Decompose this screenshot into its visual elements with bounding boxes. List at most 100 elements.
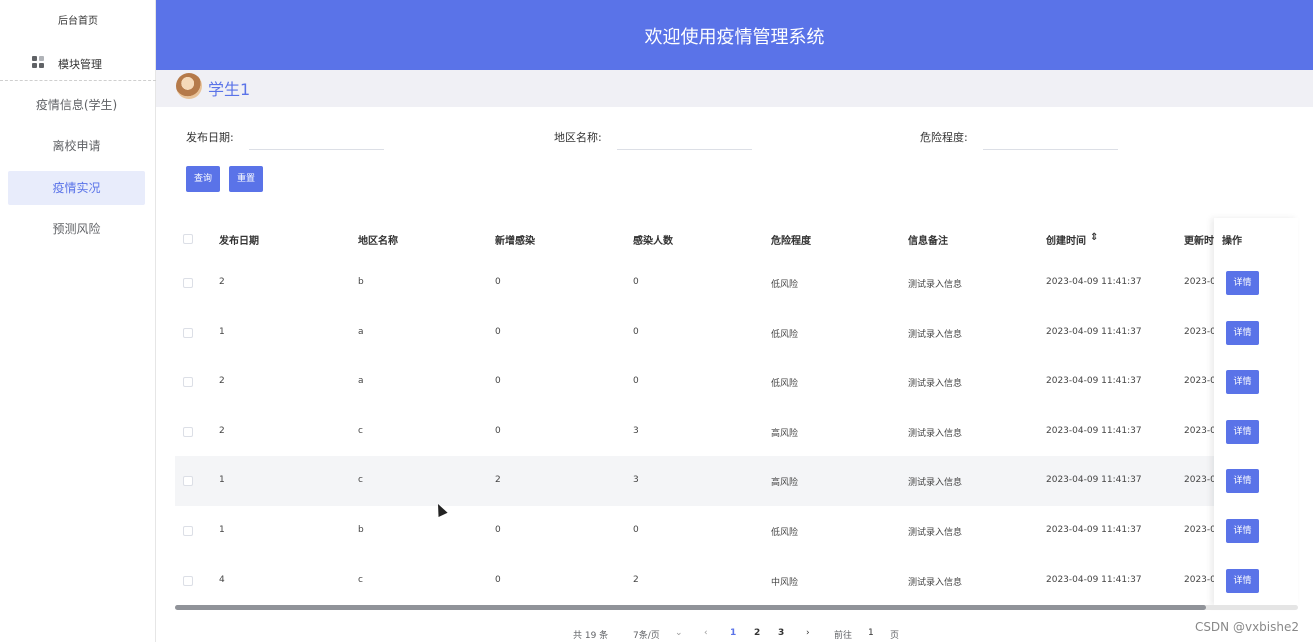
col-risk-level[interactable]: 危险程度	[771, 232, 811, 247]
cell-updated-time: 2023-0	[1184, 376, 1214, 387]
cell-remark: 测试录入信息	[908, 379, 963, 390]
scrollbar-thumb[interactable]	[175, 605, 1206, 610]
prev-page-icon[interactable]: ‹	[704, 628, 708, 638]
col-infected-count[interactable]: 感染人数	[633, 232, 673, 247]
col-new-infections[interactable]: 新增感染	[495, 232, 535, 247]
cell-remark: 测试录入信息	[908, 280, 963, 290]
cell-created-time: 2023-04-09 11:41:37	[1046, 376, 1142, 387]
cell-risk-level: 高风险	[771, 428, 799, 439]
sidebar-module-label: 模块管理	[58, 58, 102, 71]
risk-filter-input[interactable]	[983, 130, 1118, 150]
col-region-name[interactable]: 地区名称	[358, 232, 398, 247]
user-bar: 学生1	[156, 70, 1313, 107]
sidebar-item-leave-application[interactable]: 离校申请	[8, 129, 145, 163]
cell-region-name: c	[358, 475, 363, 486]
table-row[interactable]: 1 c 2 3 高风险 测试录入信息 2023-04-09 11:41:37 2023-0	[175, 456, 1298, 506]
cell-infected-count: 0	[633, 525, 639, 535]
sidebar-module-management[interactable]: 模块管理	[0, 48, 156, 81]
row-checkbox[interactable]	[183, 377, 193, 388]
cell-region-name: a	[358, 376, 364, 387]
page-size-chevron-icon[interactable]: ⌄	[675, 628, 683, 638]
row-checkbox[interactable]	[183, 575, 193, 586]
region-filter-input[interactable]	[617, 130, 752, 150]
goto-page-input[interactable]: 1	[868, 628, 874, 638]
row-checkbox[interactable]	[183, 426, 193, 437]
cell-remark: 测试录入信息	[908, 329, 963, 340]
page-3[interactable]: 3	[778, 628, 784, 638]
col-updated-time[interactable]: 更新时间	[1184, 232, 1214, 247]
table-header: 发布日期 地区名称 新增感染 感染人数 危险程度 信息备注 创建时间 ⇕ 更新时…	[175, 218, 1298, 258]
cell-updated-time: 2023-0	[1184, 475, 1214, 486]
cell-publish-date: 1	[219, 326, 225, 337]
module-grid-icon	[32, 56, 44, 68]
detail-button[interactable]: 详情	[1226, 419, 1259, 444]
user-name[interactable]: 学生1	[208, 76, 250, 100]
cell-updated-time: 2023-0	[1184, 425, 1214, 436]
cell-infected-count: 0	[633, 326, 639, 337]
cell-publish-date: 2	[219, 425, 225, 436]
table-row[interactable]: 1 a 0 0 低风险 测试录入信息 2023-04-09 11:41:37 2023-0	[175, 308, 1298, 358]
cell-publish-date: 1	[219, 525, 225, 535]
sidebar-item-epidemic-status[interactable]: 疫情实况	[8, 171, 145, 205]
detail-button[interactable]: 详情	[1226, 271, 1259, 295]
sidebar-home-link[interactable]: 后台首页	[0, 12, 156, 27]
table-row[interactable]: 2 b 0 0 低风险 测试录入信息 2023-04-09 11:41:37 2023-0	[175, 258, 1298, 308]
horizontal-scrollbar[interactable]	[175, 605, 1298, 610]
cell-remark: 测试录入信息	[908, 478, 963, 489]
page-1[interactable]: 1	[730, 628, 736, 638]
select-all-checkbox[interactable]	[183, 234, 193, 244]
page-2[interactable]: 2	[754, 628, 760, 638]
table-row[interactable]: 1 b 0 0 低风险 测试录入信息 2023-04-09 11:41:37 2023-0	[175, 506, 1298, 556]
sidebar-item-risk-prediction[interactable]: 预测风险	[8, 212, 145, 246]
row-checkbox[interactable]	[183, 526, 193, 536]
cell-risk-level: 低风险	[771, 379, 799, 390]
region-filter-label: 地区名称:	[554, 131, 602, 144]
sidebar-item-epidemic-info[interactable]: 疫情信息(学生)	[8, 88, 145, 122]
page-size-select[interactable]: 7条/页	[633, 628, 660, 641]
cell-region-name: b	[358, 525, 364, 535]
cell-publish-date: 2	[219, 376, 225, 387]
avatar[interactable]	[176, 73, 202, 99]
cell-updated-time: 2023-0	[1184, 525, 1214, 535]
cell-publish-date: 2	[219, 277, 225, 287]
detail-button[interactable]: 详情	[1226, 320, 1259, 345]
col-remark[interactable]: 信息备注	[908, 232, 948, 247]
cell-region-name: a	[358, 326, 364, 337]
col-operation: 操作	[1222, 236, 1242, 247]
row-checkbox[interactable]	[183, 476, 193, 487]
cell-region-name: b	[358, 277, 364, 287]
watermark: CSDN @vxbishe2	[1194, 620, 1299, 634]
row-checkbox[interactable]	[183, 327, 193, 338]
next-page-icon[interactable]: ›	[806, 628, 810, 638]
date-filter-input[interactable]	[249, 130, 384, 150]
cell-updated-time: 2023-0	[1184, 326, 1214, 337]
col-created-time[interactable]: 创建时间	[1046, 232, 1086, 247]
sort-icon[interactable]: ⇕	[1090, 232, 1098, 243]
cell-new-infections: 0	[495, 376, 501, 387]
cell-created-time: 2023-04-09 11:41:37	[1046, 425, 1142, 436]
cell-remark: 测试录入信息	[908, 577, 963, 588]
cell-remark: 测试录入信息	[908, 428, 963, 439]
cell-new-infections: 0	[495, 326, 501, 337]
detail-button[interactable]: 详情	[1226, 519, 1259, 543]
cell-region-name: c	[358, 425, 363, 436]
top-header: 欢迎使用疫情管理系统	[156, 0, 1313, 70]
cell-infected-count: 2	[633, 574, 639, 585]
row-checkbox[interactable]	[183, 278, 193, 288]
detail-button[interactable]: 详情	[1226, 469, 1259, 494]
goto-label: 前往	[834, 631, 853, 641]
col-publish-date[interactable]: 发布日期	[219, 232, 259, 247]
detail-button[interactable]: 详情	[1226, 568, 1259, 593]
cell-new-infections: 0	[495, 525, 501, 535]
cell-new-infections: 0	[495, 574, 501, 585]
reset-button[interactable]: 重置	[229, 166, 263, 192]
table-row[interactable]: 2 a 0 0 低风险 测试录入信息 2023-04-09 11:41:37 2023-0	[175, 357, 1298, 407]
detail-button[interactable]: 详情	[1226, 370, 1259, 395]
cell-risk-level: 中风险	[771, 577, 799, 588]
cell-created-time: 2023-04-09 11:41:37	[1046, 326, 1142, 337]
cell-risk-level: 低风险	[771, 280, 799, 290]
table-row[interactable]: 4 c 0 2 中风险 测试录入信息 2023-04-09 11:41:37 2023-0	[175, 556, 1298, 606]
pagination-total: 共 19 条	[573, 631, 609, 641]
table-row[interactable]: 2 c 0 3 高风险 测试录入信息 2023-04-09 11:41:37 2023-0	[175, 407, 1298, 457]
search-button[interactable]: 查询	[186, 166, 220, 192]
